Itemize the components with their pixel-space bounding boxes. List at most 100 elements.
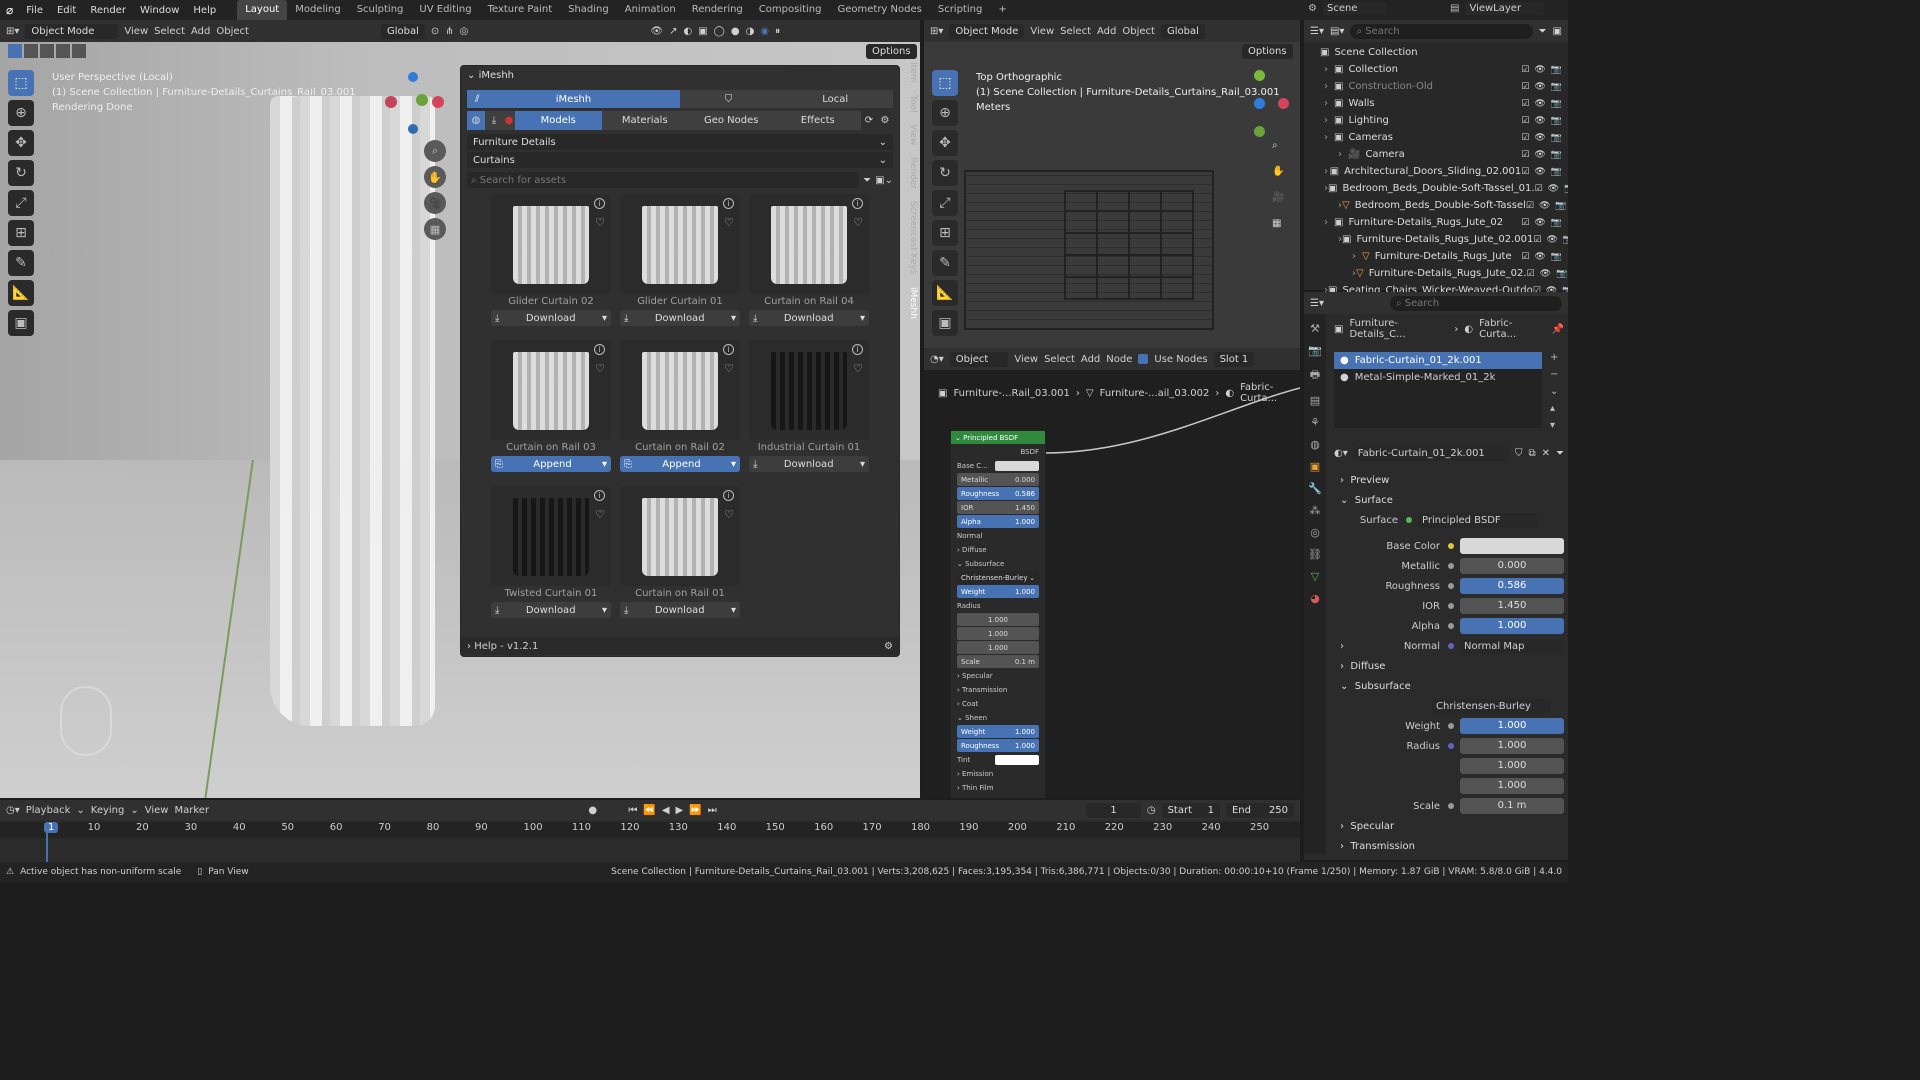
sidebar-tab-view[interactable]: View: [908, 124, 918, 145]
zoom-icon[interactable]: ⌕: [424, 140, 446, 162]
menu-add[interactable]: Add: [1097, 26, 1116, 37]
material-tab-icon[interactable]: ◕: [1310, 592, 1320, 605]
exclude-checkbox-icon[interactable]: ☑: [1521, 150, 1529, 160]
material-browse-icon[interactable]: ◐▾: [1334, 448, 1348, 459]
add-slot-icon[interactable]: +: [1550, 352, 1558, 363]
expand-chevron-icon[interactable]: ›: [1352, 251, 1362, 262]
outliner-row[interactable]: ›▣Bedroom_Beds_Double-Soft-Tassel_01.☑👁📷: [1304, 180, 1568, 197]
section-specular[interactable]: › Specular: [1334, 816, 1564, 836]
add-workspace-icon[interactable]: +: [990, 0, 1014, 20]
menu-add[interactable]: Add: [191, 26, 210, 37]
info-icon[interactable]: i: [723, 490, 734, 501]
pivot-icon[interactable]: ⊙: [431, 26, 439, 37]
info-icon[interactable]: i: [852, 198, 863, 209]
gizmo-x-axis[interactable]: [1278, 98, 1289, 109]
new-collection-icon[interactable]: ▣: [1553, 26, 1562, 37]
camera-render-icon[interactable]: 📷: [1551, 116, 1562, 126]
measure-tool-icon[interactable]: 📐: [8, 280, 34, 306]
heart-icon[interactable]: ♡: [595, 362, 605, 375]
camera-render-icon[interactable]: 📷: [1551, 252, 1562, 262]
menu-object[interactable]: Object: [216, 26, 249, 37]
orientation-dropdown[interactable]: Global: [1160, 23, 1205, 39]
timeline-ruler[interactable]: 1 10 20 30 40 50 60 70 80 90 100 110 120 130 140 150 160…: [0, 822, 1300, 838]
exclude-checkbox-icon[interactable]: ☑: [1527, 269, 1535, 279]
node-field-metallic[interactable]: Metallic 0.000: [957, 473, 1039, 486]
outliner-row[interactable]: ▣ Scene Collection: [1304, 44, 1568, 61]
chevron-down-icon[interactable]: ▾: [731, 313, 736, 324]
move-tool-icon[interactable]: ✥: [932, 130, 958, 156]
chevron-down-icon[interactable]: ▾: [602, 313, 607, 324]
jump-start-icon[interactable]: ⏮: [628, 805, 637, 816]
prev-keyframe-icon[interactable]: ⏪: [643, 805, 655, 816]
expand-chevron-icon[interactable]: ›: [1340, 641, 1354, 652]
editor-type-icon[interactable]: ⊞▾: [930, 26, 943, 37]
outliner-row[interactable]: › ▽ Furniture-Details_Rugs_Jute ☑ 👁 📷: [1304, 248, 1568, 265]
sidebar-tab-screencast-keys[interactable]: Screencast Keys: [908, 201, 918, 275]
menu-view[interactable]: View: [145, 805, 169, 816]
tool-tab-icon[interactable]: ⚒: [1310, 322, 1320, 335]
asset-thumbnail[interactable]: i ♡: [620, 340, 740, 440]
asset-card[interactable]: i ♡ Curtain on Rail 01 ⤓ Download ▾: [620, 486, 740, 622]
current-frame-field[interactable]: 1: [1086, 802, 1141, 818]
chevron-down-icon[interactable]: ▾: [731, 459, 736, 470]
camera-render-icon[interactable]: 📷: [1551, 82, 1562, 92]
select-box-tool-icon[interactable]: ⬚: [8, 70, 34, 96]
outliner-row[interactable]: › ▽ Bedroom_Beds_Double-Soft-Tassel ☑ 👁 📷: [1304, 197, 1568, 214]
slot-menu-icon[interactable]: ⌄: [1550, 386, 1558, 397]
outliner-row[interactable]: › ▣ Cameras ☑ 👁 📷: [1304, 129, 1568, 146]
settings-gear-icon[interactable]: ⚙: [877, 111, 893, 130]
asset-thumbnail[interactable]: i ♡: [620, 486, 740, 586]
gizmo-y-axis[interactable]: [1254, 70, 1265, 81]
transform-tool-icon[interactable]: ⊞: [8, 220, 34, 246]
download-button[interactable]: ⤓ Download ▾: [749, 456, 869, 472]
menu-select[interactable]: Select: [154, 26, 185, 37]
camera-render-icon[interactable]: 📷: [1551, 167, 1562, 177]
node-subsurface-panel[interactable]: ⌄ Subsurface: [957, 557, 1039, 570]
display-mode-icon[interactable]: ▤▾: [1330, 26, 1344, 37]
asset-search-input[interactable]: ⌕ Search for assets: [467, 172, 860, 188]
editor-type-icon[interactable]: ☰▾: [1310, 26, 1324, 37]
particles-tab-icon[interactable]: ⁂: [1310, 504, 1321, 517]
globe-icon[interactable]: ◍: [467, 111, 485, 130]
exclude-checkbox-icon[interactable]: ☑: [1526, 201, 1534, 211]
editor-type-icon[interactable]: ◷▾: [6, 805, 20, 816]
menu-edit[interactable]: Edit: [50, 5, 83, 16]
tab-models[interactable]: Models: [515, 111, 602, 130]
output-tab-icon[interactable]: 🖶: [1310, 366, 1320, 385]
heart-icon[interactable]: ♡: [724, 216, 734, 229]
info-icon[interactable]: i: [723, 198, 734, 209]
navigation-gizmo[interactable]: [380, 72, 450, 142]
gizmo-x-neg[interactable]: [385, 96, 397, 108]
node-field-sheen-roughness[interactable]: Roughness 1.000: [957, 739, 1039, 752]
node-emission-panel[interactable]: › Emission: [957, 767, 1039, 780]
gizmo-y-axis[interactable]: [416, 94, 428, 106]
sidebar-tab-tool[interactable]: Tool: [908, 95, 918, 112]
category-dropdown[interactable]: Furniture Details ⌄: [467, 134, 893, 150]
camera-render-icon[interactable]: 📷: [1563, 235, 1568, 245]
append-button[interactable]: ⎘ Append ▾: [491, 456, 611, 472]
outliner-row[interactable]: › ▣ Furniture-Details_Rugs_Jute_02 ☑ 👁 📷: [1304, 214, 1568, 231]
section-preview[interactable]: › Preview: [1334, 470, 1564, 490]
material-slot[interactable]: ● Metal-Simple-Marked_01_2k: [1334, 369, 1542, 386]
playhead[interactable]: [46, 822, 48, 862]
node-coat-panel[interactable]: › Coat: [957, 697, 1039, 710]
ortho-grid-icon[interactable]: ▦: [424, 218, 446, 240]
heart-icon[interactable]: ♡: [853, 362, 863, 375]
select-extend-icon[interactable]: [24, 44, 38, 58]
outliner-row[interactable]: › ▽ Furniture-Details_Rugs_Jute_02. ☑ 👁 📷: [1304, 265, 1568, 282]
node-sheen-panel[interactable]: ⌄ Sheen: [957, 711, 1039, 724]
viewport-3d-right[interactable]: ⊞▾ Object Mode View Select Add Object Gl…: [924, 20, 1300, 348]
tab-effects[interactable]: Effects: [774, 111, 861, 130]
workspace-tab-layout[interactable]: Layout: [237, 0, 288, 20]
end-frame-field[interactable]: End 250: [1225, 802, 1295, 818]
move-tool-icon[interactable]: ✥: [8, 130, 34, 156]
shading-rendered-icon[interactable]: ◉: [760, 26, 769, 37]
menu-help[interactable]: Help: [186, 5, 223, 16]
principled-bsdf-node[interactable]: ⌄ Principled BSDF BSDF Base C... Metalli…: [950, 430, 1046, 798]
material-slot-active[interactable]: ● Fabric-Curtain_01_2k.001: [1334, 352, 1542, 369]
workspace-tab-animation[interactable]: Animation: [617, 0, 684, 20]
section-subsurface[interactable]: ⌄ Subsurface: [1334, 676, 1564, 696]
field-value[interactable]: 0.586: [1460, 578, 1564, 594]
field-value[interactable]: 1.450: [1460, 598, 1564, 614]
view-mode-icon[interactable]: ▣⌄: [875, 175, 893, 186]
